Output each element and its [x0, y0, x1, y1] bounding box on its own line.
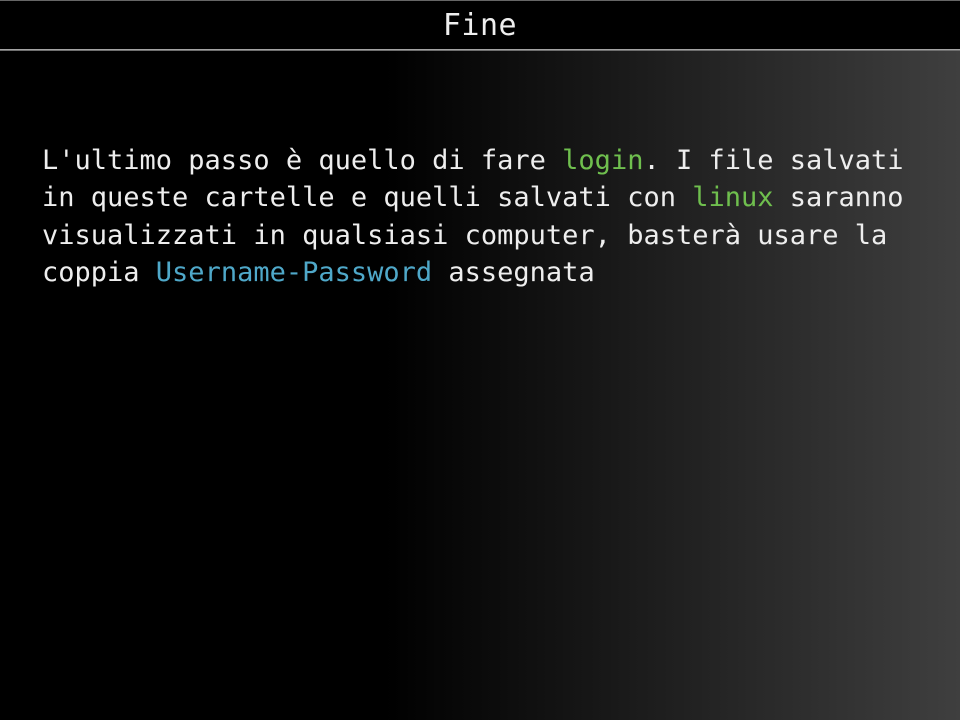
body-linux: linux	[692, 182, 773, 213]
body-login: login	[562, 145, 643, 176]
body-text: L'ultimo passo è quello di fare login. I…	[42, 142, 922, 291]
body-part1: L'ultimo passo è quello di fare	[42, 145, 562, 176]
title-divider	[0, 49, 960, 51]
slide: Fine L'ultimo passo è quello di fare log…	[0, 0, 960, 720]
slide-title: Fine	[443, 8, 517, 43]
title-bar: Fine	[0, 0, 960, 50]
body-userpass: Username-Password	[156, 257, 432, 288]
body-part4: assegnata	[432, 257, 595, 288]
slide-body: L'ultimo passo è quello di fare login. I…	[0, 50, 960, 291]
